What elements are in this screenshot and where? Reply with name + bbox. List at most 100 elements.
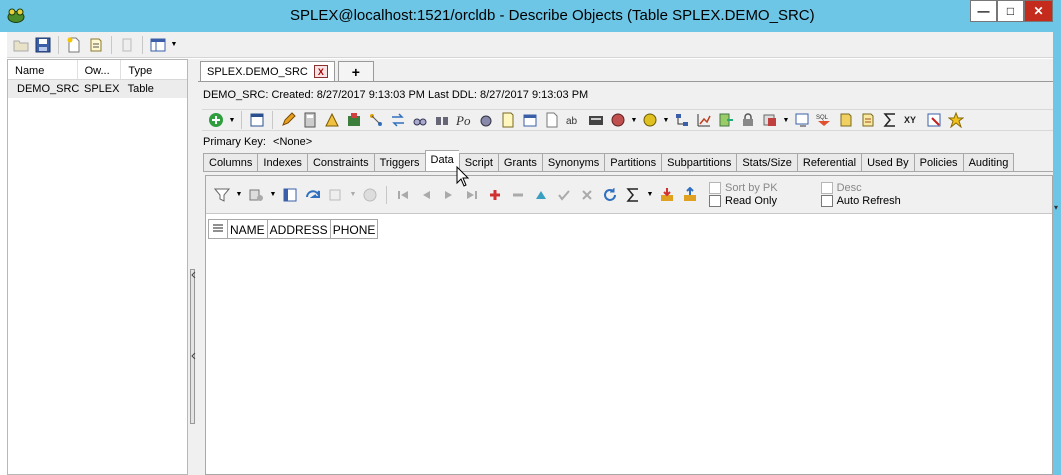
- po-icon[interactable]: Po: [454, 110, 474, 130]
- find-icon[interactable]: [410, 110, 430, 130]
- record-icon[interactable]: [608, 110, 628, 130]
- chevron-down-icon[interactable]: ▼: [269, 191, 277, 198]
- column-header-phone[interactable]: PHONE: [329, 219, 379, 239]
- single-record-icon[interactable]: [280, 185, 300, 205]
- read-only-checkbox[interactable]: Read Only: [709, 195, 778, 207]
- tab-subpartitions[interactable]: Subpartitions: [661, 153, 737, 172]
- auto-refresh-checkbox[interactable]: Auto Refresh: [820, 195, 901, 207]
- list-item[interactable]: DEMO_SRC SPLEX Table: [8, 80, 187, 98]
- chevron-down-icon[interactable]: ▼: [662, 117, 670, 124]
- sum-icon[interactable]: [880, 110, 900, 130]
- sql-icon[interactable]: SQL: [814, 110, 834, 130]
- xy-icon[interactable]: XY: [902, 110, 922, 130]
- sort-by-pk-checkbox[interactable]: Sort by PK: [709, 182, 778, 194]
- panel-splitter[interactable]: [188, 59, 198, 475]
- filter-icon[interactable]: [212, 185, 232, 205]
- tab-indexes[interactable]: Indexes: [257, 153, 307, 172]
- filter-binoculars-icon[interactable]: [476, 110, 496, 130]
- keyboard-icon[interactable]: [586, 110, 606, 130]
- tab-grants[interactable]: Grants: [497, 153, 542, 172]
- tab-triggers[interactable]: Triggers: [373, 153, 425, 172]
- report-icon[interactable]: [858, 110, 878, 130]
- open-folder-icon[interactable]: [11, 35, 31, 55]
- refresh-data-icon[interactable]: [600, 185, 620, 205]
- post-edit-icon[interactable]: [554, 185, 574, 205]
- tab-columns[interactable]: Columns: [203, 153, 258, 172]
- tree-icon[interactable]: [672, 110, 692, 130]
- analyze-icon[interactable]: [322, 110, 342, 130]
- column-header-name[interactable]: Name: [8, 60, 78, 79]
- minimize-button[interactable]: —: [970, 0, 997, 22]
- prior-record-icon[interactable]: [416, 185, 436, 205]
- paste-icon[interactable]: [117, 35, 137, 55]
- chevron-down-icon[interactable]: ▼: [235, 191, 243, 198]
- redo-icon[interactable]: [303, 185, 323, 205]
- edit-record-icon[interactable]: [531, 185, 551, 205]
- tab-synonyms[interactable]: Synonyms: [541, 153, 605, 172]
- copy-data-icon[interactable]: [760, 110, 780, 130]
- chevron-down-icon[interactable]: ▼: [646, 191, 654, 198]
- copy-icon[interactable]: [86, 35, 106, 55]
- binoculars-icon[interactable]: [432, 110, 452, 130]
- tab-stats-size[interactable]: Stats/Size: [736, 153, 797, 172]
- abc-icon[interactable]: ab: [564, 110, 584, 130]
- chart-icon[interactable]: [694, 110, 714, 130]
- maximize-button[interactable]: □: [997, 0, 1024, 22]
- column-header-owner[interactable]: Ow...: [78, 60, 122, 79]
- script-icon[interactable]: [498, 110, 518, 130]
- table-icon[interactable]: [247, 110, 267, 130]
- lock-icon[interactable]: [738, 110, 758, 130]
- column-header-type[interactable]: Type: [121, 60, 187, 79]
- close-window-button[interactable]: ✕: [1024, 0, 1053, 22]
- splitter-handle[interactable]: [190, 269, 196, 424]
- add-tab-button[interactable]: +: [337, 61, 374, 81]
- column-header-name[interactable]: NAME: [227, 219, 267, 239]
- rebuild-icon[interactable]: [344, 110, 364, 130]
- save-icon[interactable]: [33, 35, 53, 55]
- export-icon[interactable]: [716, 110, 736, 130]
- grid-menu-icon[interactable]: [208, 219, 227, 239]
- chevron-down-icon[interactable]: ▼: [170, 41, 178, 48]
- favorites-star-icon[interactable]: [946, 110, 966, 130]
- calendar-icon[interactable]: [520, 110, 540, 130]
- generate-icon[interactable]: [836, 110, 856, 130]
- new-sheet-icon[interactable]: [542, 110, 562, 130]
- tab-policies[interactable]: Policies: [913, 153, 963, 172]
- export-grid-icon[interactable]: [326, 185, 346, 205]
- compare-icon[interactable]: [388, 110, 408, 130]
- chevron-down-icon[interactable]: ▼: [630, 117, 638, 124]
- new-document-icon[interactable]: [64, 35, 84, 55]
- chevron-down-icon[interactable]: ▼: [782, 117, 790, 124]
- document-tab[interactable]: SPLEX.DEMO_SRC X: [200, 61, 335, 81]
- import-icon[interactable]: [657, 185, 677, 205]
- refresh-icon[interactable]: [206, 110, 226, 130]
- script-output-icon[interactable]: [792, 110, 812, 130]
- edit-pencil-icon[interactable]: [278, 110, 298, 130]
- cancel-edit-icon[interactable]: [577, 185, 597, 205]
- view-options-icon[interactable]: [246, 185, 266, 205]
- tab-data[interactable]: Data: [424, 150, 459, 172]
- tab-used-by[interactable]: Used By: [861, 153, 914, 172]
- insert-record-icon[interactable]: [485, 185, 505, 205]
- calculator-icon[interactable]: [300, 110, 320, 130]
- tab-auditing[interactable]: Auditing: [962, 153, 1015, 172]
- globe-icon[interactable]: [640, 110, 660, 130]
- export-data-icon[interactable]: [680, 185, 700, 205]
- delete-record-icon[interactable]: [508, 185, 528, 205]
- pick-icon[interactable]: [924, 110, 944, 130]
- column-header-address[interactable]: ADDRESS: [266, 219, 330, 239]
- object-type: Table: [127, 83, 154, 95]
- desc-checkbox[interactable]: Desc: [820, 182, 901, 194]
- tab-constraints[interactable]: Constraints: [306, 153, 374, 172]
- chevron-down-icon[interactable]: ▼: [349, 191, 357, 198]
- close-tab-button[interactable]: X: [313, 65, 328, 78]
- tab-referential[interactable]: Referential: [796, 153, 862, 172]
- chevron-down-icon[interactable]: ▼: [228, 117, 236, 124]
- first-record-icon[interactable]: [393, 185, 413, 205]
- grid-options-icon[interactable]: [148, 35, 168, 55]
- sum-icon[interactable]: [623, 185, 643, 205]
- chevron-down-icon[interactable]: ▾: [1054, 203, 1058, 212]
- dependencies-icon[interactable]: [366, 110, 386, 130]
- disabled-icon[interactable]: [360, 185, 380, 205]
- tab-partitions[interactable]: Partitions: [604, 153, 662, 172]
